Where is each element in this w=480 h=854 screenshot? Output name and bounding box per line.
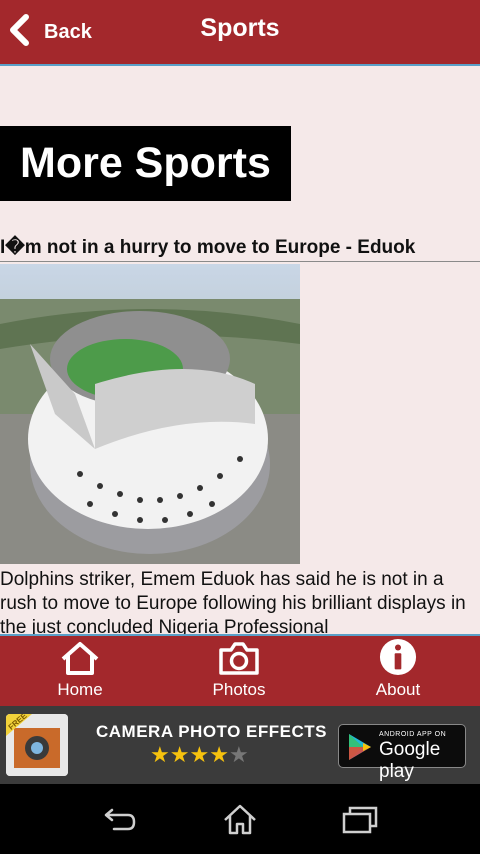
store-name: Google play — [379, 739, 441, 782]
divider — [0, 261, 480, 262]
tab-about-label: About — [375, 680, 421, 699]
star-icon: ★ — [169, 742, 190, 767]
tab-home-label: Home — [57, 680, 103, 699]
tab-about[interactable]: About — [338, 636, 458, 708]
tab-home[interactable]: Home — [20, 636, 140, 708]
app-header: Back Sports — [0, 0, 480, 66]
system-nav-bar — [0, 784, 480, 854]
article-headline[interactable]: I�m not in a hurry to move to Europe - E… — [0, 236, 480, 259]
content-area[interactable]: More Sports I�m not in a hurry to move t… — [0, 66, 480, 634]
store-small-text: ANDROID APP ON — [379, 731, 447, 738]
bottom-tab-bar: Home Photos About — [0, 634, 480, 708]
star-icon: ★ — [189, 742, 210, 767]
back-arrow-icon — [104, 808, 136, 831]
recents-icon — [342, 806, 378, 834]
nav-back-button[interactable] — [100, 800, 140, 840]
section-title: More Sports — [0, 126, 291, 201]
tab-photos-label: Photos — [212, 680, 266, 699]
google-play-badge[interactable]: ANDROID APP ON Google play — [338, 724, 466, 782]
ad-banner[interactable]: FREE CAMERA PHOTO EFFECTS ★★★★★ ANDROID … — [0, 706, 480, 784]
star-icon: ★ — [209, 742, 229, 767]
ad-title: CAMERA PHOTO EFFECTS — [96, 722, 328, 741]
star-icon: ★ — [228, 742, 249, 767]
ad-rating: ★★★★★ — [150, 742, 249, 768]
article-body: Dolphins striker, Emem Eduok has said he… — [0, 569, 466, 634]
article-image[interactable] — [0, 264, 300, 564]
info-icon — [378, 636, 418, 676]
nav-recents-button[interactable] — [340, 800, 380, 840]
camera-icon — [218, 636, 260, 676]
star-icon: ★ — [150, 742, 170, 767]
page-title: Sports — [200, 14, 280, 42]
google-play-icon — [349, 734, 371, 760]
ad-thumbnail: FREE — [6, 714, 68, 776]
nav-home-button[interactable] — [220, 800, 260, 840]
tab-photos[interactable]: Photos — [179, 636, 299, 708]
home-icon — [59, 636, 101, 676]
home-outline-icon — [224, 804, 256, 835]
